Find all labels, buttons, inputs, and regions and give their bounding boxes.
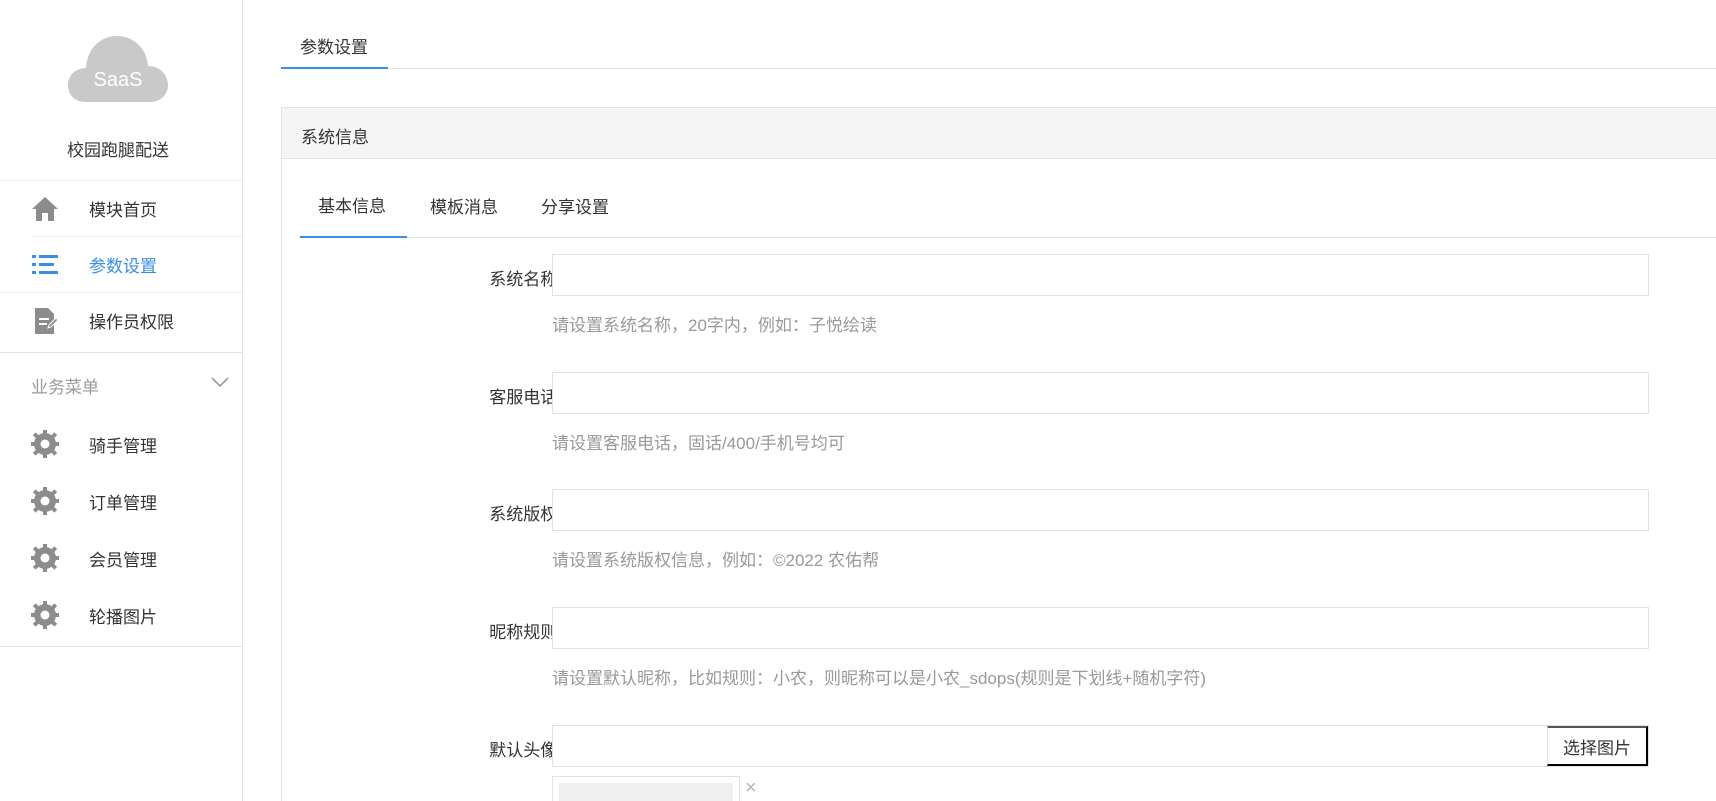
system-name-label: 系统名称: [489,270,562,289]
tab-share-settings[interactable]: 分享设置 [517,159,627,238]
copyright-hint: 请设置系统版权信息，例如：©2022 农佑帮 [552,551,880,570]
business-menu-label: 业务菜单 [31,378,99,397]
main-nav: 模块首页 参数设置 操作员权限 [0,180,242,348]
tab-template-messages[interactable]: 模板消息 [407,159,517,238]
logo-area: SaaS 校园跑腿配送 [0,0,242,180]
service-phone-label: 客服电话: [489,388,562,407]
avatar-placeholder [559,783,733,801]
subtab-bar: 基本信息 模板消息 分享设置 [300,159,1716,238]
business-menu-toggle[interactable]: 业务菜单 [0,352,242,414]
tab-label: 分享设置 [541,198,609,217]
tab-settings[interactable]: 参数设置 [281,0,388,69]
app-name: 校园跑腿配送 [67,141,169,160]
chevron-down-icon [211,377,229,388]
tab-label: 基本信息 [318,197,386,216]
remove-image-icon[interactable]: × [745,777,757,800]
nav-label: 轮播图片 [89,608,157,627]
document-edit-icon [31,307,59,335]
service-phone-hint: 请设置客服电话，固话/400/手机号均可 [552,434,845,453]
system-info-panel: 系统信息 基本信息 模板消息 分享设置 系统名称: 请设置系统名称，20字内，例… [281,107,1716,801]
tab-label: 模板消息 [430,198,498,217]
copyright-label: 系统版权: [489,505,562,524]
nav-label: 操作员权限 [89,313,174,332]
nav-item-member-management[interactable]: 会员管理 [0,528,242,585]
nav-item-operator-permissions[interactable]: 操作员权限 [0,292,242,348]
home-icon [31,195,59,223]
default-avatar-input[interactable] [553,726,1548,766]
nav-label: 参数设置 [89,257,157,276]
nickname-rule-label: 昵称规则: [489,623,562,642]
panel-title: 系统信息 [301,128,369,147]
nav-label: 模块首页 [89,201,157,220]
list-icon [31,251,59,279]
system-name-hint: 请设置系统名称，20字内，例如：子悦绘读 [552,316,877,335]
gear-icon [31,487,59,515]
tab-label: 参数设置 [300,38,368,57]
nav-item-carousel-images[interactable]: 轮播图片 [0,585,242,642]
cloud-logo-icon: SaaS [68,36,168,102]
logo-text: SaaS [94,69,143,91]
panel-header: 系统信息 [282,108,1716,159]
nav-label: 订单管理 [89,494,157,513]
nav-item-home[interactable]: 模块首页 [0,180,242,236]
nav-item-rider-management[interactable]: 骑手管理 [0,414,242,471]
system-name-input[interactable] [552,254,1649,296]
nav-label: 会员管理 [89,551,157,570]
nav-label: 骑手管理 [89,437,157,456]
nav-item-order-management[interactable]: 订单管理 [0,471,242,528]
avatar-thumbnail [552,776,740,801]
business-menu-list: 骑手管理 订单管理 会员管理 轮播图片 [0,414,242,642]
nickname-rule-input[interactable] [552,607,1649,649]
default-avatar-label: 默认头像: [489,741,562,760]
top-tabbar: 参数设置 [281,0,1716,69]
sidebar-divider [0,646,242,647]
choose-image-button[interactable]: 选择图片 [1547,726,1648,766]
sidebar: SaaS 校园跑腿配送 模块首页 参数设置 操作员权限 业务菜单 骑手管理 订单… [0,0,243,801]
copyright-input[interactable] [552,489,1649,531]
gear-icon [31,430,59,458]
gear-icon [31,544,59,572]
gear-icon [31,601,59,629]
tab-basic-info[interactable]: 基本信息 [300,159,407,238]
nickname-rule-hint: 请设置默认昵称，比如规则：小农，则昵称可以是小农_sdops(规则是下划线+随机… [552,669,1207,688]
service-phone-input[interactable] [552,372,1649,414]
nav-item-settings[interactable]: 参数设置 [31,236,242,292]
default-avatar-field: 选择图片 [552,725,1649,767]
